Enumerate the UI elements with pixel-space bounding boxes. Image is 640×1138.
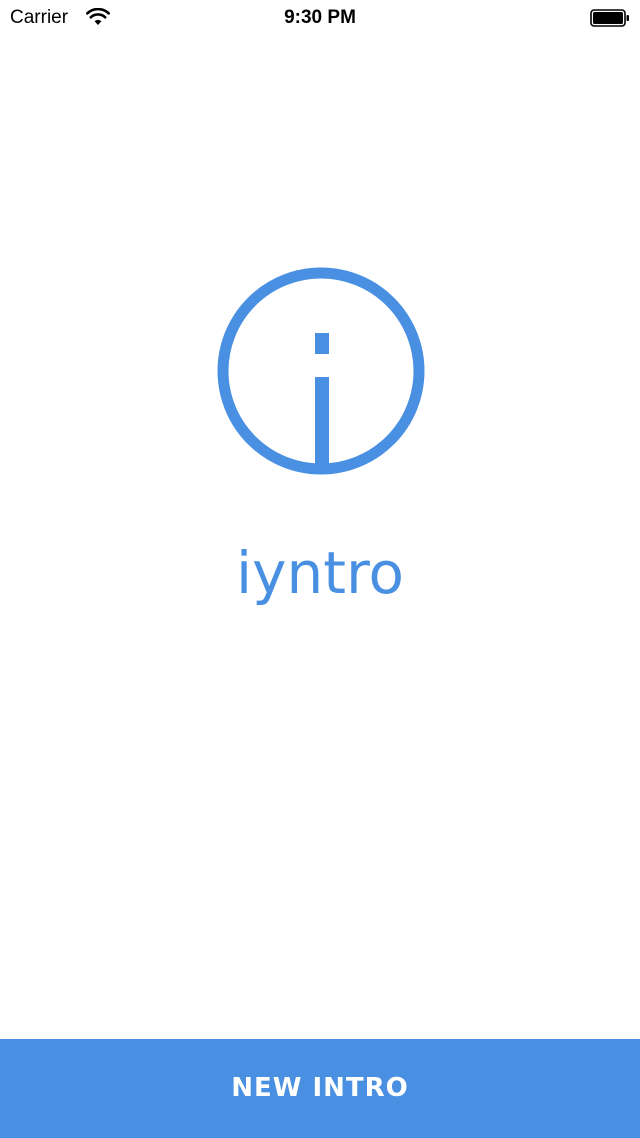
- app-name: iyntro: [236, 539, 404, 607]
- clock-time: 9:30 PM: [284, 7, 356, 28]
- new-intro-button[interactable]: NEW INTRO: [0, 1039, 640, 1138]
- status-bar: Carrier 9:30 PM: [0, 0, 640, 40]
- battery-icon: [590, 9, 629, 27]
- info-circle-icon: [217, 267, 425, 475]
